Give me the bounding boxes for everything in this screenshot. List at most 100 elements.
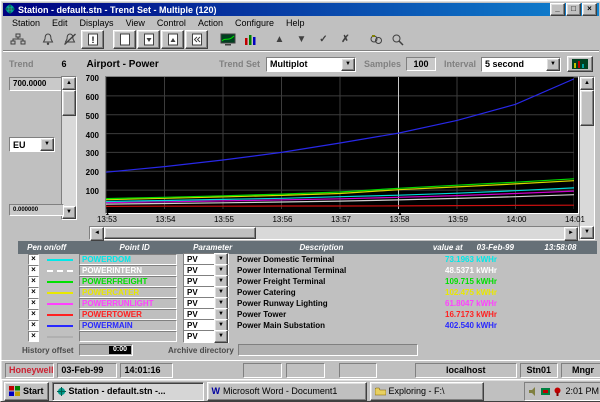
status-bar: Honeywell 03-Feb-99 14:01:16 localhost S… (1, 360, 600, 380)
maximize-button[interactable]: □ (566, 3, 581, 16)
scroll-down-icon[interactable]: ▼ (62, 206, 76, 219)
scroll-up-icon[interactable]: ▲ (62, 77, 76, 90)
scroll-thumb[interactable] (62, 90, 76, 116)
menu-action[interactable]: Action (193, 17, 228, 29)
pen-on-off-checkbox[interactable]: × (28, 331, 39, 342)
trend-label: Trend (9, 59, 34, 69)
pen-line-sample (47, 303, 73, 305)
scroll-left-icon[interactable]: ◄ (90, 227, 104, 241)
chevron-down-icon[interactable]: ▼ (40, 138, 54, 151)
point-id-field[interactable]: POWERINTERN (79, 265, 177, 276)
point-description: Power Runway Lighting (237, 299, 441, 308)
menu-displays[interactable]: Displays (75, 17, 119, 29)
trend-header: Trend 6 Airport - Power Trend Set Multip… (3, 56, 599, 72)
archive-directory-label: Archive directory (168, 346, 234, 355)
station-tray-icon[interactable] (541, 387, 550, 396)
point-id-field[interactable]: POWERRUNLIGHT (79, 298, 177, 309)
point-description: Power Main Substation (237, 321, 441, 330)
point-id-field[interactable]: POWERMAIN (79, 320, 177, 331)
speaker-icon[interactable] (529, 387, 538, 396)
pen-on-off-checkbox[interactable]: × (28, 287, 39, 298)
history-offset-label: History offset (22, 346, 74, 355)
accept-icon[interactable]: ✓ (313, 31, 334, 48)
point-description: Power Domestic Terminal (237, 255, 441, 264)
point-id-field[interactable]: POWERFREIGHT (79, 276, 177, 287)
trend-plot[interactable] (105, 76, 579, 214)
svg-text:!: ! (91, 35, 94, 45)
chevron-down-icon[interactable]: ▼ (341, 58, 355, 71)
cursor-marker-icon[interactable]: ▲ (398, 211, 403, 217)
scroll-down-icon[interactable]: ▼ (580, 226, 594, 239)
menu-view[interactable]: View (121, 17, 150, 29)
scroll-thumb[interactable] (580, 90, 594, 126)
scroll-up-icon[interactable]: ▲ (580, 77, 594, 90)
pen-on-off-checkbox[interactable]: × (28, 254, 39, 265)
samples-input[interactable]: 100 (406, 57, 436, 71)
folder-icon (375, 387, 386, 396)
pen-on-off-checkbox[interactable]: × (28, 309, 39, 320)
menu-help[interactable]: Help (281, 17, 310, 29)
cancel-icon[interactable]: ✗ (335, 31, 356, 48)
y-max-input[interactable]: 700.0000 (9, 77, 64, 91)
page-up-icon[interactable] (161, 30, 184, 49)
pen-on-off-checkbox[interactable]: × (28, 298, 39, 309)
title-bar: Station - default.stn - Trend Set - Mult… (3, 3, 599, 16)
alarm-tray-icon[interactable] (553, 387, 562, 396)
associated-display-icon[interactable] (365, 31, 386, 48)
menu-station[interactable]: Station (7, 17, 45, 29)
page-icon[interactable] (113, 30, 136, 49)
pen-line-sample (47, 270, 73, 272)
page-down-icon[interactable] (137, 30, 160, 49)
point-description: Power International Terminal (237, 266, 441, 275)
pen-rows: ×POWERDOMPV▼Power Domestic Terminal73.19… (18, 254, 597, 342)
raise-icon[interactable]: ▲ (269, 31, 290, 48)
history-offset-value: 0:00 (109, 346, 131, 354)
header-point-id: Point ID (85, 243, 184, 252)
task-explorer[interactable]: Exploring - F:\ (370, 382, 484, 401)
horizontal-scrollbar[interactable]: ◄ ► (89, 226, 579, 240)
point-id-field[interactable]: POWERCATER (79, 287, 177, 298)
point-id-field[interactable]: POWERDOM (79, 254, 177, 265)
chevron-down-icon[interactable]: ▼ (546, 58, 560, 71)
menu-configure[interactable]: Configure (230, 17, 279, 29)
page-recall-icon[interactable] (185, 30, 208, 49)
alarm-silence-icon[interactable] (59, 31, 80, 48)
minimize-button[interactable]: _ (550, 3, 565, 16)
trend-set-select[interactable]: Multiplot ▼ (266, 57, 356, 72)
task-station[interactable]: Station - default.stn -... (52, 382, 204, 401)
table-row: ×POWERMAINPV▼Power Main Substation402.54… (18, 320, 597, 331)
task-word[interactable]: W Microsoft Word - Document1 (207, 382, 367, 401)
point-id-field[interactable]: POWERTOWER (79, 309, 177, 320)
cursor-marker-icon[interactable]: ▲ (105, 211, 110, 217)
close-button[interactable]: × (582, 3, 597, 16)
point-value: 109.715 kWHr (445, 277, 551, 286)
display-icon[interactable] (217, 31, 238, 48)
y-min-input[interactable]: 0.000000 (9, 204, 64, 216)
chart-button[interactable] (567, 56, 593, 72)
history-offset-field[interactable]: 0:00 (79, 344, 133, 356)
y-tick-label: 200 (86, 168, 99, 177)
alarm-bell-icon[interactable] (37, 31, 58, 48)
menu-edit[interactable]: Edit (47, 17, 73, 29)
x-tick-label: 13:59 (443, 215, 473, 224)
pen-on-off-checkbox[interactable]: × (28, 265, 39, 276)
pen-on-off-checkbox[interactable]: × (28, 276, 39, 287)
archive-directory-field[interactable] (238, 344, 418, 356)
menu-control[interactable]: Control (152, 17, 191, 29)
scroll-right-icon[interactable]: ► (564, 227, 578, 241)
point-id-field[interactable] (79, 331, 177, 342)
pen-on-off-checkbox[interactable]: × (28, 320, 39, 331)
station-icon (57, 387, 66, 396)
network-icon[interactable] (7, 31, 28, 48)
point-value: 61.8047 kWHr (445, 299, 551, 308)
lower-icon[interactable]: ▼ (291, 31, 312, 48)
start-button[interactable]: Start (4, 382, 49, 401)
trend-icon[interactable] (239, 31, 260, 48)
scroll-thumb[interactable] (104, 227, 256, 239)
search-icon[interactable] (387, 31, 408, 48)
pen-line-sample (47, 336, 73, 338)
eu-select[interactable]: EU ▼ (9, 137, 55, 152)
y-axis: 700600500400300200100 (75, 78, 103, 210)
interval-select[interactable]: 5 second ▼ (481, 57, 561, 72)
alarm-page-icon[interactable]: ! (81, 30, 104, 49)
